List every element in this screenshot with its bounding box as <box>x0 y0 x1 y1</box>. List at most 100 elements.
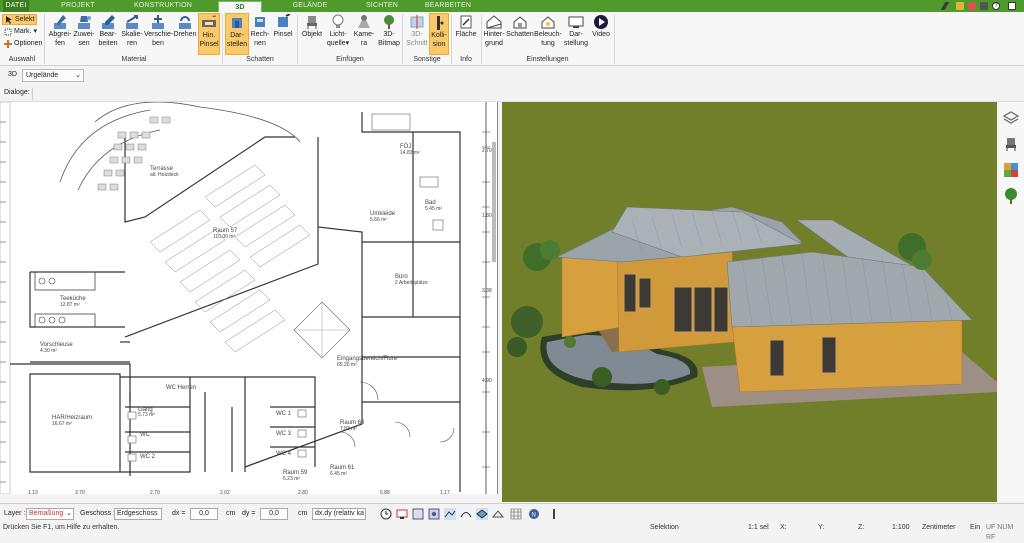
hintergrund-button[interactable]: Hinter- grund <box>482 13 506 55</box>
camera-icon <box>358 15 370 28</box>
group-label-material: Material <box>121 56 147 63</box>
drehen-label-1: Drehen <box>173 31 197 38</box>
layers-icon[interactable] <box>1003 110 1019 126</box>
dy-value: 0,0 <box>269 510 279 517</box>
north-icon[interactable]: N <box>528 508 540 520</box>
svg-text:1.17: 1.17 <box>440 490 450 494</box>
tab-projekt[interactable]: PROJEKT <box>58 0 98 12</box>
dy-input[interactable]: 0,0 <box>260 508 288 520</box>
verschieben-button[interactable]: Verschie- ben <box>144 13 173 55</box>
room-sub: 16.67 m² <box>52 421 72 427</box>
dialog-bar: Dialoge: <box>0 86 1024 102</box>
dimension-labels: 1.13 3.70 2.70 2.02 2.80 6.88 1.17 2.70 1.80 3.… <box>28 148 492 494</box>
pen-tool-icon[interactable] <box>548 508 560 520</box>
brush-icon <box>202 15 216 27</box>
lichtquelle-button[interactable]: Licht- quelle▾ <box>324 13 352 55</box>
line-tool-icon[interactable] <box>444 508 456 520</box>
kollision-label-1: Kolli- <box>431 32 447 39</box>
room-sub: alt. Holzdeck <box>150 172 179 178</box>
sun-icon[interactable] <box>492 508 504 520</box>
darstellung-label-2: stellung <box>563 40 589 47</box>
dy-unit: cm <box>298 510 308 517</box>
lichtquelle-label-2: quelle▾ <box>326 40 350 47</box>
zuweisen-button[interactable]: Zuwei- sen <box>72 13 96 55</box>
video-button[interactable]: Video <box>590 13 612 55</box>
kollision-button[interactable]: Kolli- sion <box>429 13 449 55</box>
house-wall-right <box>731 316 963 393</box>
floor-plan-drawing[interactable]: 1.13 3.70 2.70 2.02 2.80 6.88 1.17 2.70 1.80 3.… <box>0 102 498 494</box>
tab-bearbeiten[interactable]: BEARBEITEN <box>420 0 476 12</box>
tab-gelaende[interactable]: GELÄNDE <box>285 0 335 12</box>
coordinate-mode-select[interactable]: dx,dy (relativ ka <box>312 508 366 520</box>
mark-button[interactable]: Mark. ▾ <box>2 26 39 37</box>
status-mode: Selektion <box>650 524 679 531</box>
selekt-button[interactable]: Selekt <box>2 14 38 25</box>
kamera-button[interactable]: Kame- ra <box>352 13 376 55</box>
right-sidebar <box>998 102 1024 502</box>
chair-icon[interactable] <box>1003 136 1019 152</box>
display-icon <box>568 16 584 28</box>
schnitt-button[interactable]: 3D- Schnitt <box>405 13 429 55</box>
restore-icon[interactable] <box>968 2 976 10</box>
tree-icon[interactable] <box>1003 188 1019 204</box>
layer-select[interactable]: Bemaßung ⌄ <box>26 508 74 520</box>
bottom-toolbar: Layer : Bemaßung ⌄ Geschoss : Erdgeschoss… <box>0 503 1024 523</box>
palette-icon[interactable] <box>1003 162 1019 178</box>
hin-pinsel-label-1: Hin. <box>202 32 216 39</box>
bearbeiten-button[interactable]: Bear- beiten <box>96 13 120 55</box>
room-label: WC 3 <box>276 431 292 437</box>
cursor-icon <box>6 15 12 24</box>
svg-text:4.90: 4.90 <box>482 378 492 384</box>
dialog-separator <box>32 88 33 100</box>
optionen-button[interactable]: Optionen <box>2 38 44 49</box>
flaeche-button[interactable]: Fläche <box>453 13 479 55</box>
dx-input[interactable]: 0,0 <box>190 508 218 520</box>
tab-konstruktion[interactable]: KONSTRUKTION <box>128 0 198 12</box>
geschoss-select[interactable]: Erdgeschoss <box>114 508 162 520</box>
schatten-darstellen-button[interactable]: Dar- stellen <box>225 13 249 55</box>
darstellung-button[interactable]: Dar- stellung <box>562 13 590 55</box>
drehen-button[interactable]: Drehen <box>172 13 198 55</box>
rotate-icon <box>179 16 191 29</box>
magnet-icon[interactable] <box>428 508 440 520</box>
snap-icon[interactable] <box>412 508 424 520</box>
expand-icon[interactable] <box>1008 2 1016 10</box>
grid-icon[interactable] <box>510 508 522 520</box>
zuweisen-label-2: sen <box>78 40 90 47</box>
3d-scene[interactable] <box>502 102 997 502</box>
monitor-icon[interactable] <box>396 508 408 520</box>
clock-icon[interactable] <box>380 508 392 520</box>
house-shadow-icon <box>513 16 527 29</box>
abgreifen-button[interactable]: Abgrei- fen <box>48 13 72 55</box>
floor-plan-view[interactable]: 1.13 3.70 2.70 2.02 2.80 6.88 1.17 2.70 1.80 3.… <box>0 102 498 494</box>
room-sub: 14.83 m² <box>400 150 420 156</box>
layer-label: Layer : <box>4 510 26 517</box>
shadow-calc-icon <box>255 17 265 27</box>
view-mode-label: 3D <box>8 71 17 78</box>
beleuchtung-button[interactable]: Beleuch- tung <box>534 13 562 55</box>
3d-view[interactable] <box>502 102 997 502</box>
window-icon[interactable] <box>980 2 988 10</box>
schatten-rechnen-button[interactable]: Rech- nen <box>249 13 271 55</box>
bitmap-button[interactable]: 3D- Bitmap <box>376 13 402 55</box>
minimize-icon[interactable] <box>956 2 964 10</box>
curve-tool-icon[interactable] <box>460 508 472 520</box>
plane-icon[interactable] <box>476 508 488 520</box>
room-sub: 6.45 m² <box>330 471 347 477</box>
svg-text:2.70: 2.70 <box>482 148 492 154</box>
schatten-darstellen-label-1: Dar- <box>230 32 244 39</box>
dialog-label: Dialoge: <box>4 89 30 96</box>
tab-datei[interactable]: DATEI <box>3 0 29 12</box>
objekt-button[interactable]: Objekt <box>300 13 324 55</box>
plan-scrollbar[interactable] <box>492 142 496 262</box>
layer-dropdown[interactable]: Urgelände ⌄ <box>22 69 84 82</box>
tab-sichten[interactable]: SICHTEN <box>360 0 404 12</box>
schatten-einstellung-button[interactable]: Schatten <box>506 13 534 55</box>
pen-icon[interactable] <box>940 2 950 10</box>
schatten-pinsel-button[interactable]: Pinsel <box>271 13 295 55</box>
skalieren-button[interactable]: Skalie- ren <box>120 13 144 55</box>
layer-dropdown-value: Urgelände <box>26 72 59 79</box>
hin-pinsel-button[interactable]: Hin. Pinsel <box>198 13 220 55</box>
chair-icon <box>307 16 317 29</box>
help-icon[interactable]: ? <box>992 2 1000 10</box>
